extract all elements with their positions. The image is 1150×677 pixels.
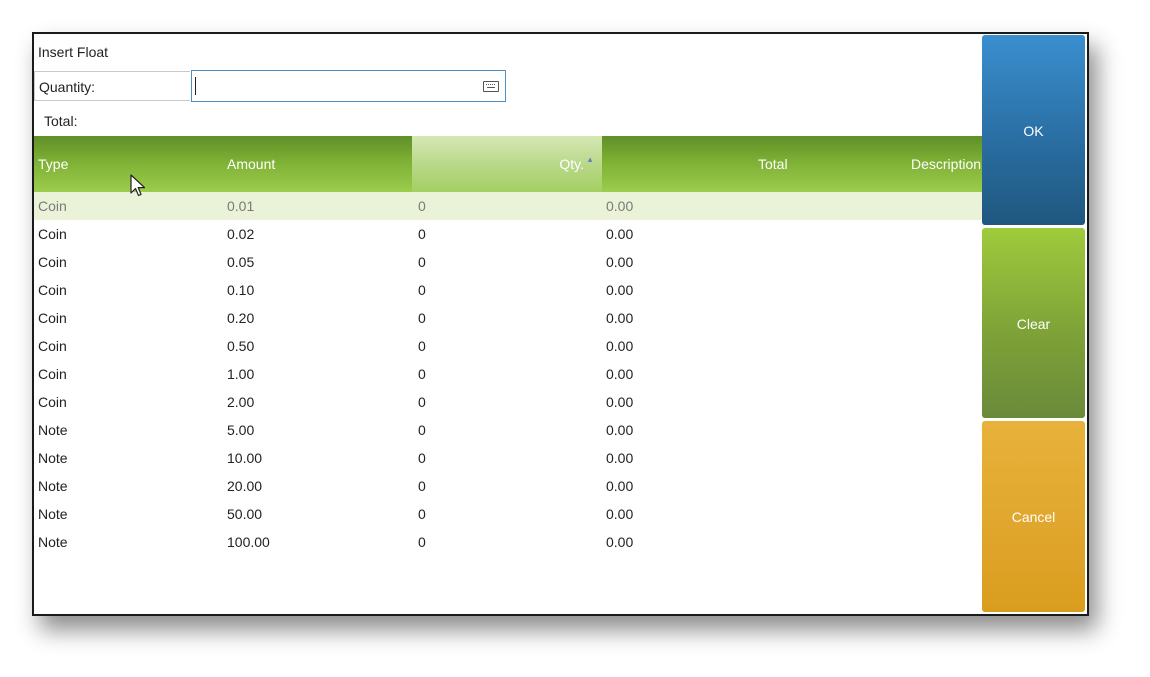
column-header-type[interactable]: Type xyxy=(38,136,68,192)
cell-amount: 1.00 xyxy=(227,366,255,382)
cell-qty: 0 xyxy=(418,506,426,522)
cell-total: 0.00 xyxy=(606,226,634,242)
text-caret xyxy=(195,77,196,95)
cell-type: Coin xyxy=(38,254,67,270)
table-row[interactable]: Note 100.00 0 0.00 xyxy=(34,528,982,556)
cell-type: Coin xyxy=(38,310,67,326)
column-header-description[interactable]: Description xyxy=(911,136,981,192)
cell-qty: 0 xyxy=(418,394,426,410)
cell-amount: 0.20 xyxy=(227,310,255,326)
cell-amount: 10.00 xyxy=(227,450,263,466)
table-row[interactable]: Coin 0.02 0 0.00 xyxy=(34,220,982,248)
cell-type: Note xyxy=(38,506,68,522)
table-row[interactable]: Note 10.00 0 0.00 xyxy=(34,444,982,472)
cell-qty: 0 xyxy=(418,226,426,242)
cancel-button[interactable]: Cancel xyxy=(982,421,1085,612)
cell-amount: 2.00 xyxy=(227,394,255,410)
cell-type: Coin xyxy=(38,226,67,242)
cell-total: 0.00 xyxy=(606,450,634,466)
table-row[interactable]: Coin 0.01 0 0.00 xyxy=(34,192,982,220)
total-label: Total: xyxy=(44,113,78,129)
cell-total: 0.00 xyxy=(606,282,634,298)
cell-qty: 0 xyxy=(418,338,426,354)
column-header-qty[interactable]: Qty. ▲ xyxy=(412,136,602,192)
ok-button[interactable]: OK xyxy=(982,35,1085,225)
cell-total: 0.00 xyxy=(606,506,634,522)
sort-ascending-icon: ▲ xyxy=(586,155,594,164)
cell-total: 0.00 xyxy=(606,394,634,410)
cell-total: 0.00 xyxy=(606,310,634,326)
table-row[interactable]: Coin 0.05 0 0.00 xyxy=(34,248,982,276)
cell-type: Coin xyxy=(38,282,67,298)
clear-button[interactable]: Clear xyxy=(982,228,1085,418)
cancel-button-label: Cancel xyxy=(1011,509,1056,525)
table-row[interactable]: Coin 2.00 0 0.00 xyxy=(34,388,982,416)
table-row[interactable]: Coin 0.20 0 0.00 xyxy=(34,304,982,332)
cell-type: Coin xyxy=(38,338,67,354)
table-row[interactable]: Note 5.00 0 0.00 xyxy=(34,416,982,444)
cell-qty: 0 xyxy=(418,282,426,298)
cell-type: Note xyxy=(38,478,68,494)
cell-total: 0.00 xyxy=(606,422,634,438)
cell-amount: 20.00 xyxy=(227,478,263,494)
cell-amount: 5.00 xyxy=(227,422,255,438)
cell-qty: 0 xyxy=(418,450,426,466)
cell-total: 0.00 xyxy=(606,198,634,214)
grid-header: Type Amount Qty. ▲ Total Description xyxy=(34,136,982,192)
cell-type: Coin xyxy=(38,366,67,382)
table-row[interactable]: Note 20.00 0 0.00 xyxy=(34,472,982,500)
keyboard-icon[interactable] xyxy=(483,81,499,92)
column-header-amount[interactable]: Amount xyxy=(227,136,275,192)
table-row[interactable]: Coin 0.10 0 0.00 xyxy=(34,276,982,304)
insert-float-dialog: Insert Float Quantity: Total: Type Amoun… xyxy=(32,32,1089,616)
cell-qty: 0 xyxy=(418,254,426,270)
cell-qty: 0 xyxy=(418,198,426,214)
table-row[interactable]: Note 50.00 0 0.00 xyxy=(34,500,982,528)
quantity-label-box: Quantity: xyxy=(34,71,190,101)
cell-type: Note xyxy=(38,422,68,438)
cell-total: 0.00 xyxy=(606,366,634,382)
cell-type: Note xyxy=(38,534,68,550)
cell-amount: 0.02 xyxy=(227,226,255,242)
cell-total: 0.00 xyxy=(606,254,634,270)
table-row[interactable]: Coin 1.00 0 0.00 xyxy=(34,360,982,388)
column-header-total[interactable]: Total xyxy=(758,136,788,192)
mouse-pointer-icon xyxy=(130,174,146,197)
dialog-title: Insert Float xyxy=(38,44,109,60)
cell-amount: 50.00 xyxy=(227,506,263,522)
cell-total: 0.00 xyxy=(606,338,634,354)
cell-amount: 0.10 xyxy=(227,282,255,298)
cell-total: 0.00 xyxy=(606,478,634,494)
cell-amount: 0.05 xyxy=(227,254,255,270)
cell-qty: 0 xyxy=(418,366,426,382)
column-header-qty-label: Qty. xyxy=(559,156,584,172)
cell-amount: 100.00 xyxy=(227,534,270,550)
cell-qty: 0 xyxy=(418,478,426,494)
clear-button-label: Clear xyxy=(1016,316,1051,332)
cell-type: Coin xyxy=(38,394,67,410)
cell-qty: 0 xyxy=(418,422,426,438)
cell-amount: 0.01 xyxy=(227,198,255,214)
grid-rows: Coin 0.01 0 0.00 Coin 0.02 0 0.00 Coin 0… xyxy=(34,192,982,556)
table-row[interactable]: Coin 0.50 0 0.00 xyxy=(34,332,982,360)
cell-type: Note xyxy=(38,450,68,466)
cell-qty: 0 xyxy=(418,534,426,550)
quantity-input[interactable] xyxy=(191,70,506,102)
quantity-label: Quantity: xyxy=(39,79,96,95)
cell-amount: 0.50 xyxy=(227,338,255,354)
cell-type: Coin xyxy=(38,198,67,214)
cell-qty: 0 xyxy=(418,310,426,326)
cell-total: 0.00 xyxy=(606,534,634,550)
ok-button-label: OK xyxy=(1023,123,1044,139)
